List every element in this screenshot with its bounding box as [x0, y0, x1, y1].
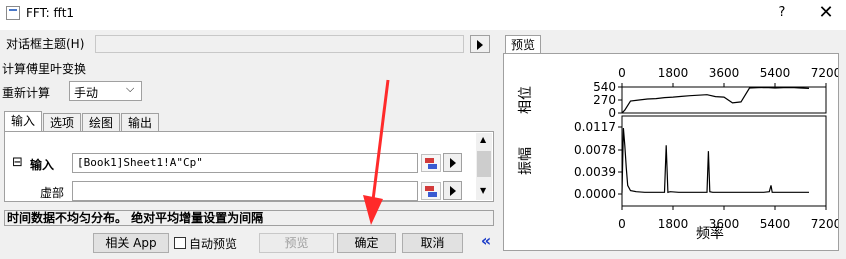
x-tick-label: 7200: [811, 66, 838, 80]
collapse-panel-icon[interactable]: «: [476, 231, 496, 251]
app-icon: [6, 6, 20, 20]
window-title: FFT: fft1: [26, 6, 75, 20]
play-arrow-icon: [450, 158, 456, 168]
x-tick-label: 0: [618, 66, 626, 80]
scroll-down-icon[interactable]: ▼: [480, 186, 486, 195]
title-bar: [0, 0, 846, 30]
recalc-label: 重新计算: [2, 86, 51, 100]
plot-frame: [621, 86, 827, 114]
y-tick-label: 0.0078: [574, 143, 616, 157]
tab-options[interactable]: 选项: [43, 113, 81, 132]
x-tick-label: 5400: [760, 66, 791, 80]
x-tick-label: 1800: [658, 66, 689, 80]
imag-range-picker-icon[interactable]: [421, 182, 441, 200]
tab-input[interactable]: 输入: [4, 111, 42, 132]
play-arrow-icon: [450, 186, 456, 196]
scrollbar[interactable]: ▲ ▼: [476, 133, 492, 200]
scroll-up-icon[interactable]: ▲: [480, 135, 486, 144]
recalc-value: 手动: [74, 86, 99, 100]
y-tick-label: 540: [593, 80, 616, 94]
help-button[interactable]: ?: [770, 5, 794, 25]
collapse-group-icon[interactable]: ⊟: [12, 155, 23, 170]
status-message: 时间数据不均匀分布。 绝对平均增量设置为间隔: [4, 210, 494, 226]
range-picker-icon[interactable]: [421, 154, 441, 172]
section-title: 计算傅里叶变换: [2, 62, 87, 76]
x-tick-label: 3600: [709, 66, 740, 80]
related-app-button[interactable]: 相关 App: [93, 233, 169, 253]
chevron-down-icon: ⌵: [126, 82, 135, 95]
scroll-thumb[interactable]: [477, 151, 491, 177]
auto-preview-label: 自动预览: [189, 237, 238, 251]
cancel-button[interactable]: 取消: [402, 233, 463, 253]
x-tick-label: 5400: [760, 217, 791, 231]
y-tick-label: 0: [608, 106, 616, 120]
x-tick-label: 0: [618, 217, 626, 231]
x-tick-label: 7200: [811, 217, 838, 231]
y-tick-label: 0.0117: [574, 120, 616, 134]
imag-menu-button[interactable]: [443, 181, 462, 200]
y-tick-label: 270: [593, 93, 616, 107]
y-axis-label: 振幅: [518, 147, 534, 175]
preview-button[interactable]: 预览: [259, 233, 334, 253]
y-tick-label: 0.0000: [574, 187, 616, 201]
preview-chart: 0 1800 3600 5400 72005402700相位0 1800 3600 5400 7…: [518, 66, 838, 242]
dialog-theme-menu-button[interactable]: [470, 35, 490, 53]
annotation-arrow: [363, 79, 390, 225]
close-button[interactable]: ✕: [814, 3, 838, 25]
input-label: 输入: [30, 158, 55, 172]
tab-output[interactable]: 输出: [121, 113, 159, 132]
dialog-theme-field[interactable]: [95, 35, 464, 53]
play-arrow-icon: [477, 40, 483, 50]
x-tick-label: 1800: [658, 217, 689, 231]
dialog-theme-label: 对话框主题(H): [6, 37, 85, 51]
tab-preview[interactable]: 预览: [505, 35, 541, 54]
imag-label: 虚部: [40, 186, 65, 200]
auto-preview-checkbox[interactable]: [174, 237, 186, 249]
y-tick-label: 0.0039: [574, 165, 616, 179]
ok-button[interactable]: 确定: [337, 233, 396, 253]
tab-plot[interactable]: 绘图: [82, 113, 120, 132]
y-axis-label: 相位: [518, 86, 534, 114]
recalc-dropdown[interactable]: 手动 ⌵: [69, 81, 142, 101]
input-menu-button[interactable]: [443, 153, 462, 172]
series-line: [621, 86, 810, 114]
series-line: [621, 128, 809, 194]
x-axis-label: 频率: [696, 225, 724, 242]
